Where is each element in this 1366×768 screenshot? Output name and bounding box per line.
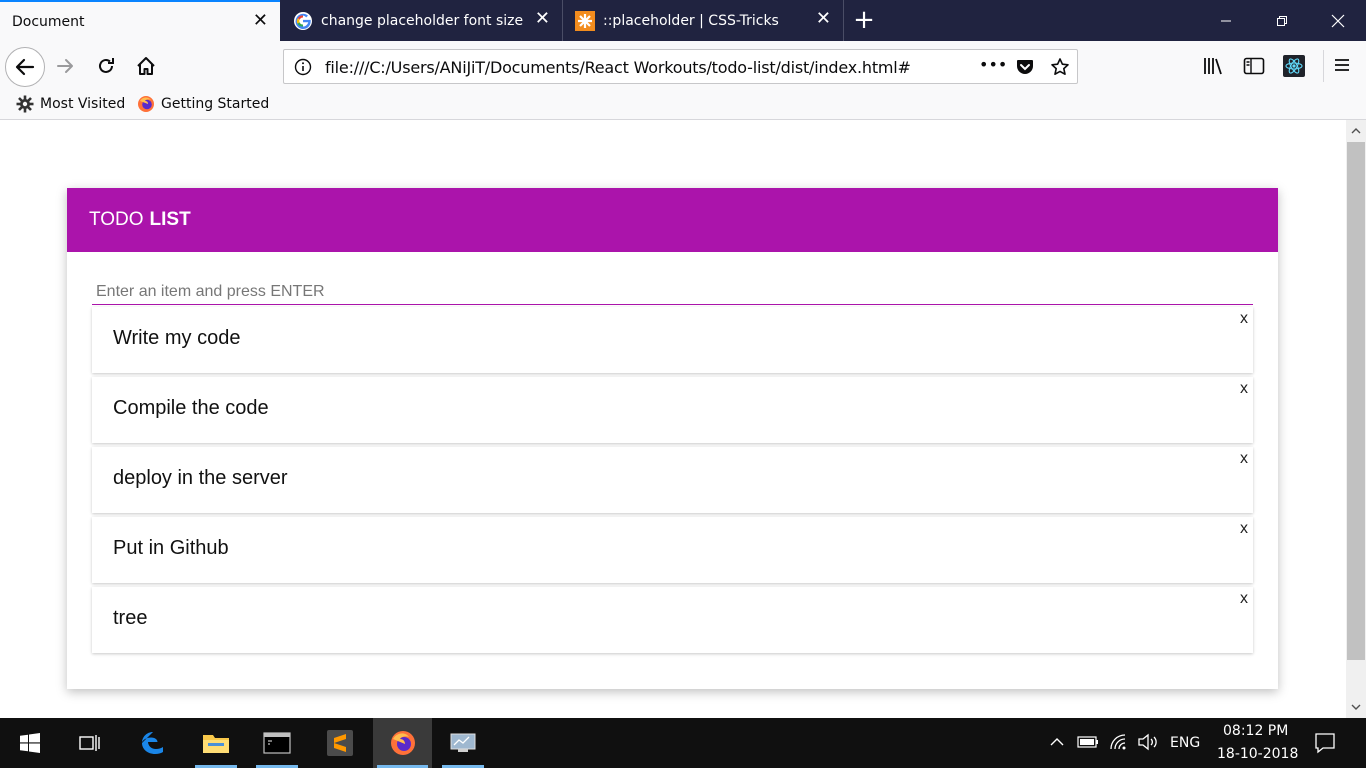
language-indicator[interactable]: ENG <box>1170 735 1200 751</box>
todo-item-text: tree <box>113 607 148 629</box>
delete-item-button[interactable]: x <box>1240 590 1248 608</box>
todo-item: tree x <box>92 587 1253 653</box>
restore-button[interactable] <box>1254 0 1310 41</box>
tab-title: ::placeholder | CSS-Tricks <box>603 12 779 29</box>
close-window-button[interactable] <box>1310 0 1366 41</box>
library-icon[interactable] <box>1203 56 1225 76</box>
bookmark-label: Getting Started <box>161 96 270 112</box>
react-icon <box>1285 58 1303 74</box>
task-view-icon <box>79 735 100 751</box>
sidebar-icon[interactable] <box>1243 56 1265 76</box>
reload-button[interactable] <box>94 54 118 78</box>
bookmarks-toolbar: Most Visited Getting Started <box>0 91 1366 120</box>
restore-icon <box>1277 15 1287 26</box>
scroll-down-icon[interactable] <box>1351 702 1361 712</box>
react-devtools-button[interactable] <box>1283 55 1305 77</box>
wifi-icon[interactable] <box>1109 733 1129 751</box>
notification-icon[interactable] <box>1314 732 1336 754</box>
taskbar-edge[interactable] <box>128 718 178 768</box>
pocket-icon[interactable] <box>1015 57 1035 77</box>
reload-icon <box>99 58 114 73</box>
scroll-up-icon[interactable] <box>1351 126 1361 136</box>
bookmark-label: Most Visited <box>40 96 126 112</box>
windows-logo-icon <box>20 733 40 753</box>
hamburger-menu-icon[interactable] <box>1334 57 1350 73</box>
todo-header: TODO LIST <box>67 188 1278 252</box>
folder-icon <box>203 735 229 753</box>
scrollbar-thumb[interactable] <box>1347 142 1365 660</box>
volume-icon[interactable] <box>1137 733 1159 751</box>
toolbar-separator <box>1323 50 1324 82</box>
back-button[interactable] <box>5 47 45 87</box>
todo-item-text: Write my code <box>113 327 241 349</box>
todo-item: Write my code x <box>92 307 1253 373</box>
todo-card: TODO LIST Write my code x Compile the co… <box>67 188 1278 689</box>
forward-button[interactable] <box>54 54 78 78</box>
arrow-left-icon <box>15 58 35 76</box>
chevron-up-icon[interactable] <box>1049 736 1065 748</box>
taskbar-sublime-text[interactable] <box>315 718 365 768</box>
header-title-bold: LIST <box>149 209 191 230</box>
star-icon[interactable] <box>1050 57 1070 77</box>
close-icon <box>1331 14 1345 27</box>
terminal-icon <box>263 732 291 754</box>
tab-title: change placeholder font size - ( <box>321 12 526 29</box>
page-actions-button[interactable]: ••• <box>979 55 1007 74</box>
new-tab-button[interactable]: + <box>851 7 877 34</box>
tab-document[interactable]: Document ✕ <box>0 0 280 41</box>
gear-icon <box>16 95 34 113</box>
url-text[interactable]: file:///C:/Users/ANiJiT/Documents/React … <box>325 58 911 77</box>
todo-item: Put in Github x <box>92 517 1253 583</box>
bookmark-getting-started[interactable]: Getting Started <box>137 95 269 113</box>
header-title: TODO <box>89 209 144 230</box>
delete-item-button[interactable]: x <box>1240 310 1248 328</box>
battery-icon[interactable] <box>1077 735 1099 749</box>
clock-time[interactable]: 08:12 PM <box>1223 723 1288 739</box>
firefox-icon <box>138 96 154 112</box>
home-icon <box>137 57 155 75</box>
edge-icon <box>142 732 163 754</box>
delete-item-button[interactable]: x <box>1240 450 1248 468</box>
tab-strip: Document ✕ change placeholder font size … <box>0 0 1366 41</box>
todo-item-text: Put in Github <box>113 537 229 559</box>
taskbar-command-prompt[interactable] <box>252 718 302 768</box>
home-button[interactable] <box>134 54 158 78</box>
tab-separator <box>843 0 844 41</box>
start-button[interactable] <box>5 718 55 768</box>
minimize-icon <box>1221 20 1231 21</box>
todo-item-text: deploy in the server <box>113 467 288 489</box>
todo-item: deploy in the server x <box>92 447 1253 513</box>
delete-item-button[interactable]: x <box>1240 520 1248 538</box>
tab-close-button[interactable]: ✕ <box>253 12 268 30</box>
clock-date[interactable]: 18-10-2018 <box>1217 746 1298 762</box>
taskbar-app[interactable] <box>438 718 488 768</box>
task-view-button[interactable] <box>65 718 115 768</box>
taskbar-file-explorer[interactable] <box>191 718 241 768</box>
windows-taskbar: ENG 08:12 PM 18-10-2018 <box>0 718 1366 768</box>
arrow-right-icon <box>57 59 73 73</box>
url-bar[interactable]: file:///C:/Users/ANiJiT/Documents/React … <box>283 49 1078 84</box>
tab-close-button[interactable]: ✕ <box>535 10 550 28</box>
taskbar-firefox[interactable] <box>373 718 432 768</box>
bookmark-most-visited[interactable]: Most Visited <box>16 95 125 113</box>
css-tricks-icon <box>575 10 595 31</box>
monitor-app-icon <box>450 733 476 752</box>
tab-css-tricks[interactable]: ::placeholder | CSS-Tricks ✕ <box>563 0 843 41</box>
info-icon[interactable] <box>294 58 312 76</box>
tab-title: Document <box>12 13 85 30</box>
todo-item-text: Compile the code <box>113 397 269 419</box>
google-icon <box>294 11 312 30</box>
minimize-button[interactable] <box>1198 0 1254 41</box>
tab-close-button[interactable]: ✕ <box>816 10 831 28</box>
navigation-toolbar: file:///C:/Users/ANiJiT/Documents/React … <box>0 41 1366 91</box>
sublime-text-icon <box>327 730 353 756</box>
todo-input[interactable] <box>92 279 1253 305</box>
page-viewport: TODO LIST Write my code x Compile the co… <box>0 120 1346 718</box>
delete-item-button[interactable]: x <box>1240 380 1248 398</box>
todo-list: Write my code x Compile the code x deplo… <box>92 307 1253 657</box>
vertical-scrollbar[interactable] <box>1346 120 1366 718</box>
tab-google-search[interactable]: change placeholder font size - ( ✕ <box>281 0 562 41</box>
todo-item: Compile the code x <box>92 377 1253 443</box>
firefox-icon <box>390 731 415 755</box>
